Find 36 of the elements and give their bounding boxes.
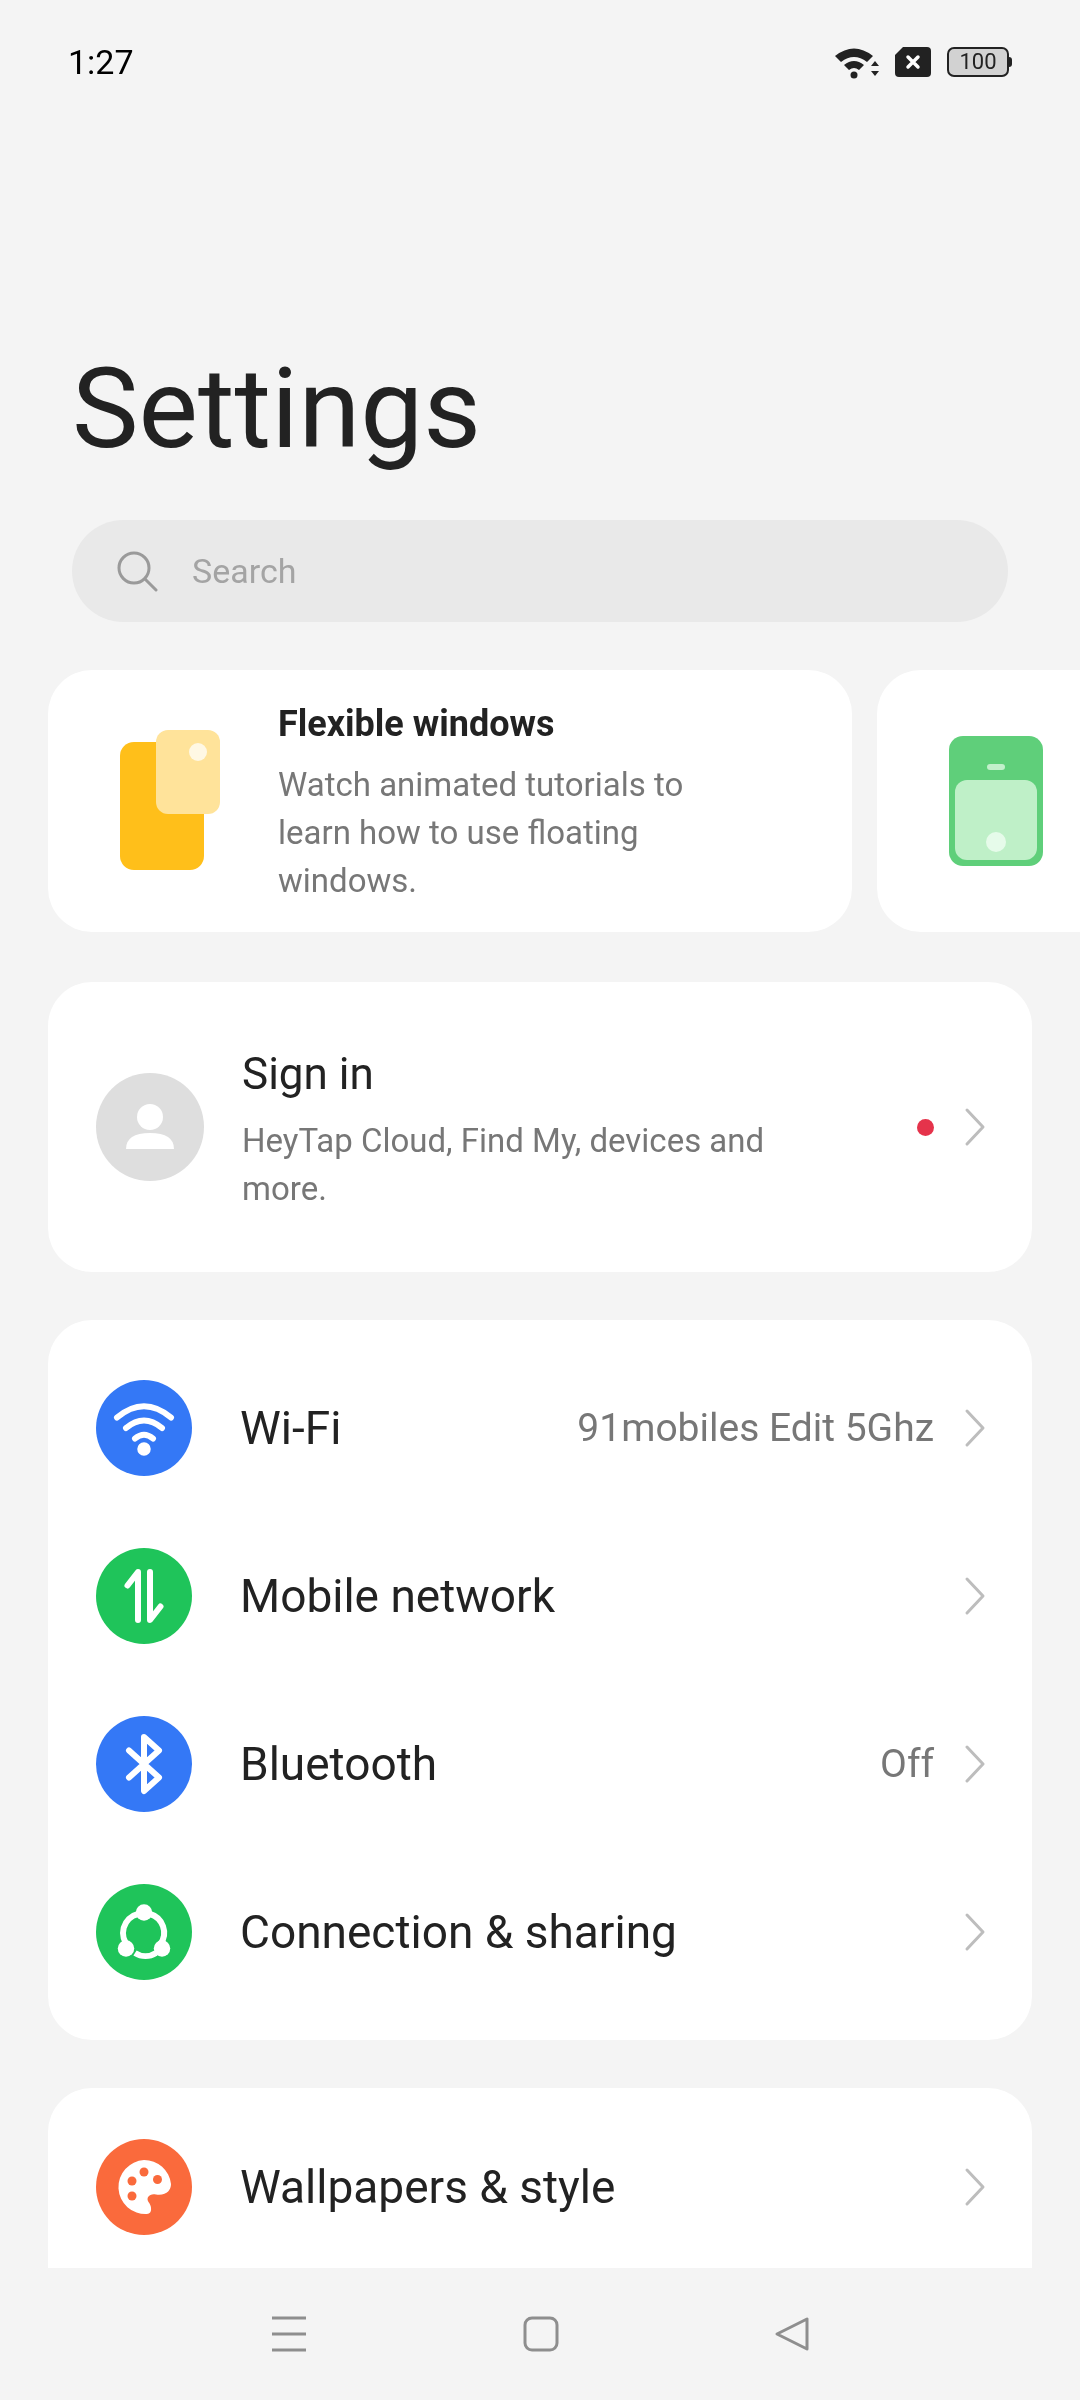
tip-description: Watch animated tutorials to learn how to use floating windows.: [278, 764, 685, 902]
phone-icon: [949, 736, 1043, 866]
chevron-icon: [964, 1576, 986, 1616]
item-label: Bluetooth: [240, 1735, 439, 1793]
chevron-icon: [964, 1107, 986, 1147]
settings-item[interactable]: Wi-Fi 91mobiles Edit 5Ghz: [48, 1344, 1032, 1512]
chevron-icon: [964, 1408, 986, 1448]
account-title: Sign in: [242, 1047, 375, 1102]
item-label: Mobile network: [240, 1567, 556, 1625]
menu-icon[interactable]: [270, 2315, 308, 2353]
item-value: 91mobiles Edit 5Ghz: [577, 1403, 934, 1453]
item-label: Wallpapers & style: [240, 2158, 617, 2216]
settings-item[interactable]: Mobile network: [48, 1512, 1032, 1680]
back-icon[interactable]: [774, 2316, 810, 2352]
chevron-icon: [964, 1912, 986, 1952]
settings-item[interactable]: Bluetooth Off: [48, 1680, 1032, 1848]
no-sim-icon: [895, 47, 931, 77]
settings-item[interactable]: Wallpapers & style: [48, 2106, 1032, 2268]
tip-card[interactable]: Flexible windows Watch animated tutorials to learn how to use floating windows.: [48, 670, 852, 932]
account-subtitle: HeyTap Cloud, Find My, devices and more.: [242, 1120, 766, 1210]
item-label: Connection & sharing: [240, 1903, 678, 1961]
avatar-icon: [96, 1073, 204, 1181]
account-card[interactable]: Sign in HeyTap Cloud, Find My, devices and more.: [48, 982, 1032, 1272]
item-label: Wi-Fi: [240, 1399, 343, 1457]
search-icon: [116, 550, 158, 592]
floating-windows-icon: [120, 730, 222, 872]
battery-level: 100: [947, 47, 1009, 77]
chevron-icon: [964, 2167, 986, 2207]
home-icon[interactable]: [523, 2316, 559, 2352]
tip-title: Flexible windows: [278, 702, 556, 747]
search-field[interactable]: Search: [72, 520, 1008, 622]
chevron-icon: [964, 1744, 986, 1784]
status-time: 1:27: [68, 40, 134, 84]
settings-item[interactable]: Connection & sharing: [48, 1848, 1032, 2016]
page-title: Settings: [72, 342, 482, 477]
item-value: Off: [880, 1739, 934, 1789]
